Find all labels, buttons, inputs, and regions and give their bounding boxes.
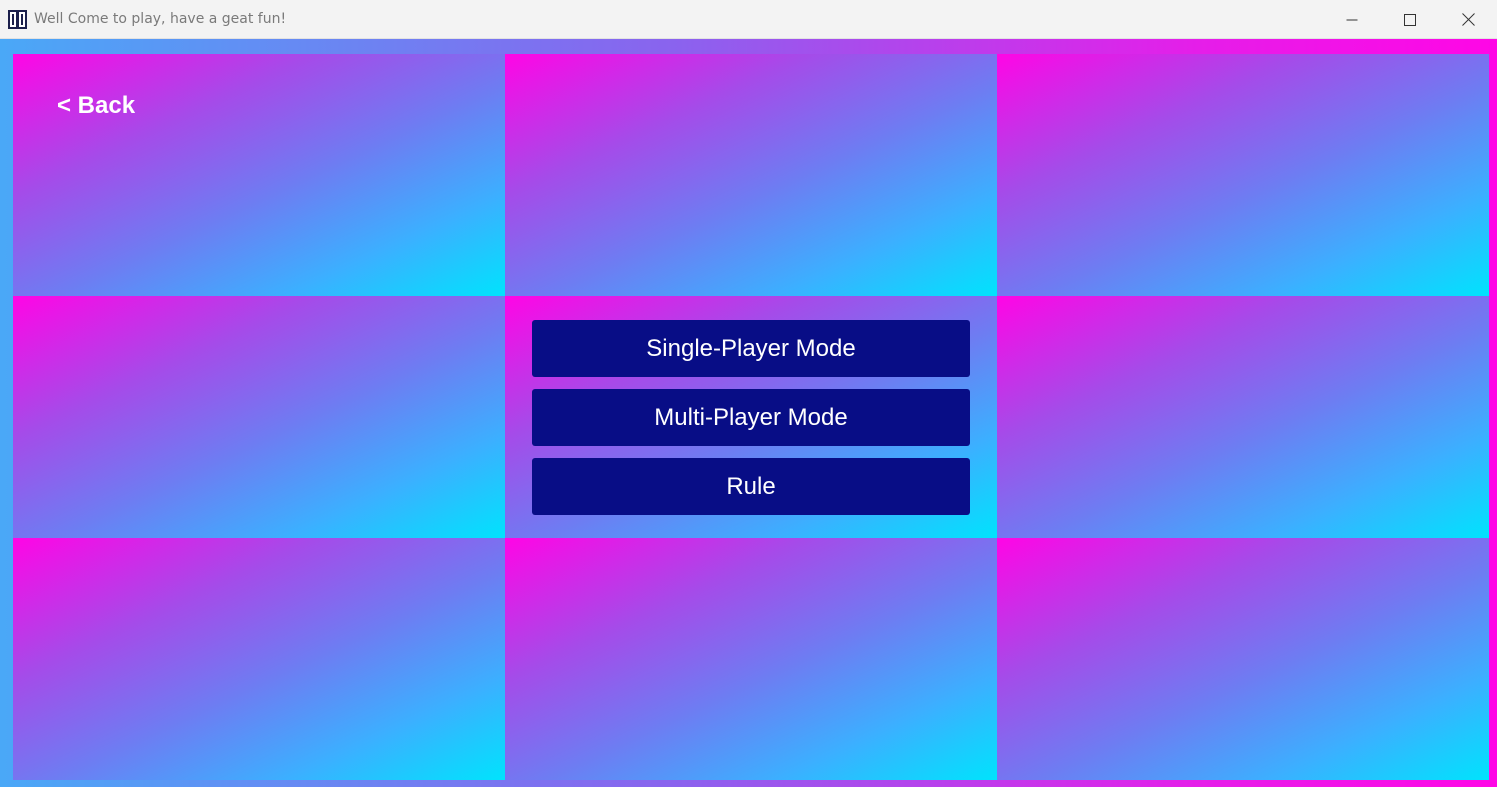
grid-cell: [997, 296, 1489, 538]
single-player-label: Single-Player Mode: [646, 334, 856, 362]
back-button[interactable]: < Back: [57, 92, 135, 120]
grid-cell: [505, 54, 997, 296]
multi-player-label: Multi-Player Mode: [654, 403, 848, 431]
grid-cell: [13, 296, 505, 538]
minimize-button[interactable]: [1323, 0, 1381, 39]
app-window: Well Come to play, have a geat fun! < Ba…: [0, 0, 1497, 787]
minimize-icon: [1346, 19, 1358, 20]
rule-button[interactable]: Rule: [532, 458, 970, 515]
grid-cell: [997, 538, 1489, 780]
grid-cell: [997, 54, 1489, 296]
grid-cell: [13, 54, 505, 296]
grid-cell: [505, 538, 997, 780]
grid-cell: [13, 538, 505, 780]
maximize-button[interactable]: [1381, 0, 1439, 39]
single-player-button[interactable]: Single-Player Mode: [532, 320, 970, 377]
app-logo-icon: [8, 10, 27, 29]
mode-menu: Single-Player Mode Multi-Player Mode Rul…: [532, 320, 970, 527]
close-button[interactable]: [1439, 0, 1497, 39]
maximize-icon: [1404, 13, 1416, 26]
title-bar: Well Come to play, have a geat fun!: [0, 0, 1497, 39]
multi-player-button[interactable]: Multi-Player Mode: [532, 389, 970, 446]
close-icon: [1461, 13, 1475, 26]
window-title: Well Come to play, have a geat fun!: [34, 11, 287, 27]
rule-label: Rule: [726, 472, 776, 500]
